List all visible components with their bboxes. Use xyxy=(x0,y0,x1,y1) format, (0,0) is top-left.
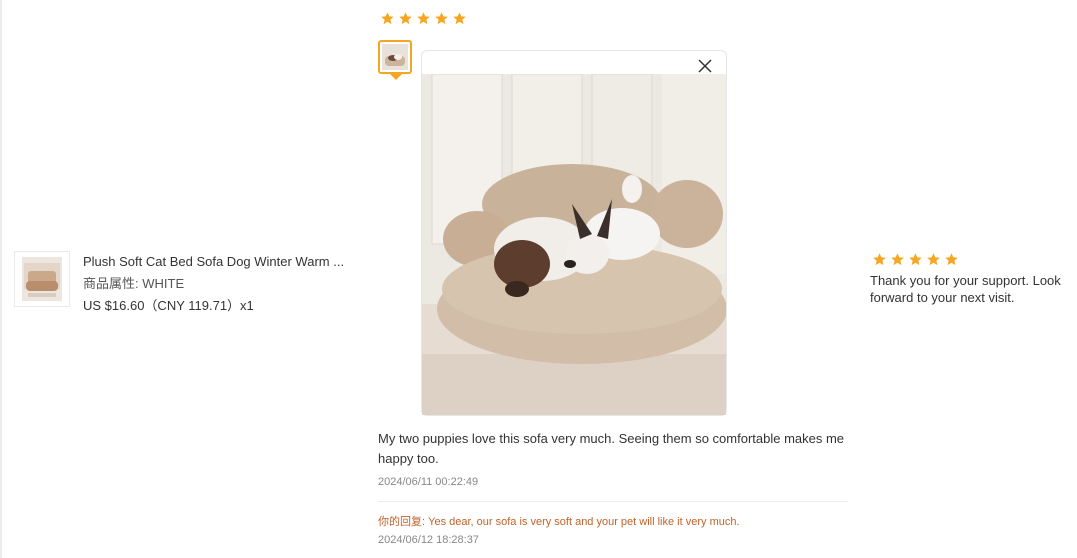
seller-review-text: Thank you for your support. Look forward… xyxy=(870,273,1061,305)
star-icon xyxy=(909,253,922,266)
thumbnail-pointer xyxy=(390,74,402,80)
star-icon xyxy=(945,253,958,266)
product-attribute-label: 商品属性: xyxy=(83,276,139,291)
review-date: 2024/06/11 00:22:49 xyxy=(378,476,479,488)
star-icon xyxy=(435,12,448,25)
reply-date: 2024/06/12 18:28:37 xyxy=(378,534,479,546)
left-border xyxy=(0,0,2,558)
star-icon xyxy=(381,12,394,25)
reply-text: Yes dear, our sofa is very soft and your… xyxy=(428,516,740,528)
close-icon xyxy=(698,59,712,73)
product-attribute-value: WHITE xyxy=(142,276,185,291)
seller-rating xyxy=(872,252,959,267)
review-thumbnail-image xyxy=(382,44,408,70)
product-title[interactable]: Plush Soft Cat Bed Sofa Dog Winter Warm … xyxy=(83,251,348,273)
review-text: My two puppies love this sofa very much.… xyxy=(378,431,845,466)
star-icon xyxy=(891,253,904,266)
star-icon xyxy=(417,12,430,25)
star-icon xyxy=(399,12,412,25)
divider xyxy=(378,501,848,502)
seller-reply: 你的回复: Yes dear, our sofa is very soft an… xyxy=(378,513,740,529)
product-thumbnail[interactable] xyxy=(14,251,70,307)
product-image xyxy=(22,257,62,301)
review-image-thumbnail[interactable] xyxy=(378,40,412,74)
image-preview xyxy=(421,50,727,416)
product-attribute: 商品属性: WHITE xyxy=(83,273,348,295)
review-rating xyxy=(380,11,467,26)
review-photo-image xyxy=(422,74,726,415)
star-icon xyxy=(927,253,940,266)
star-icon xyxy=(873,253,886,266)
reply-label: 你的回复: xyxy=(378,516,426,528)
product-price: US $16.60（CNY 119.71）x1 xyxy=(83,298,254,313)
product-card: Plush Soft Cat Bed Sofa Dog Winter Warm … xyxy=(14,251,348,317)
star-icon xyxy=(453,12,466,25)
review-photo xyxy=(422,74,726,415)
